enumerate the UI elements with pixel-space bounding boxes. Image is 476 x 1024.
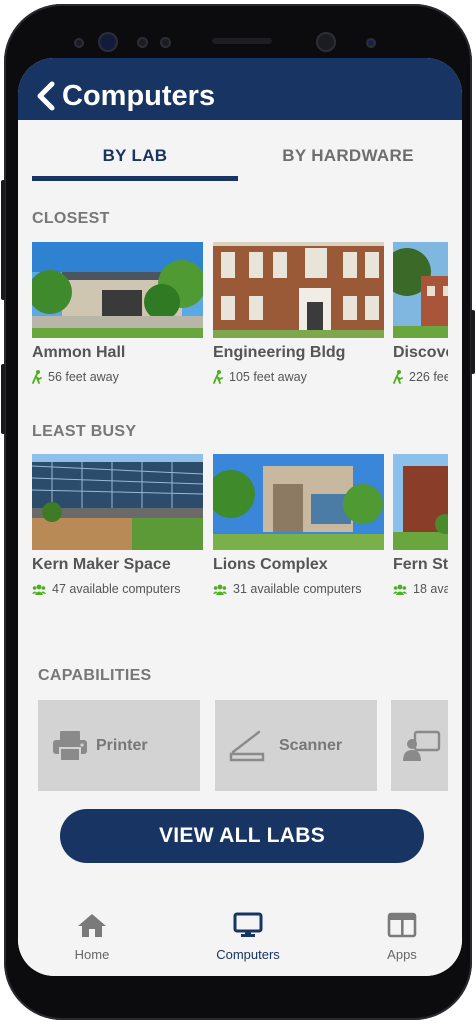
lab-distance-text: 105 feet away <box>229 370 307 384</box>
sensor-icon <box>366 38 376 48</box>
capability-printer[interactable]: Printer <box>38 700 200 791</box>
lab-photo <box>32 454 203 550</box>
walking-icon <box>213 370 223 384</box>
sensor-icon <box>137 37 148 48</box>
tab-by-hardware[interactable]: BY HARDWARE <box>248 146 448 166</box>
users-icon <box>213 584 227 595</box>
home-icon <box>78 914 106 937</box>
section-title-closest: CLOSEST <box>32 210 110 227</box>
front-camera-icon <box>316 32 336 52</box>
nav-item-apps[interactable]: Apps <box>352 912 452 962</box>
app-screen: Computers BY LAB BY HARDWARE CLOSEST Amm… <box>18 58 462 976</box>
lab-distance: 105 feet away <box>213 370 384 384</box>
section-title-least-busy: LEAST BUSY <box>32 423 137 440</box>
apps-icon <box>387 912 417 938</box>
walking-icon <box>393 370 403 384</box>
lab-name: Ammon Hall <box>32 344 126 361</box>
lab-availability-text: 31 available computers <box>233 582 362 596</box>
lab-photo <box>213 454 384 550</box>
phone-frame: Computers BY LAB BY HARDWARE CLOSEST Amm… <box>1 4 475 1020</box>
iris-camera-icon <box>98 32 118 52</box>
lab-card-lions-complex[interactable]: Lions Complex 31 available computers <box>213 454 384 596</box>
lab-availability-text: 47 available computers <box>52 582 181 596</box>
power-button <box>471 310 475 374</box>
sensor-icon <box>160 37 171 48</box>
nav-item-computers[interactable]: Computers <box>198 912 298 962</box>
capability-scanner[interactable]: Scanner <box>215 700 377 791</box>
nav-item-home[interactable]: Home <box>42 912 142 962</box>
active-tab-indicator <box>32 176 238 181</box>
nav-label: Apps <box>387 947 417 962</box>
monitor-icon <box>233 912 263 937</box>
lab-card-engineering-bldg[interactable]: Engineering Bldg 105 feet away <box>213 242 384 384</box>
lab-availability: 47 available computers <box>32 582 203 596</box>
scroll-edge-mask <box>448 228 462 808</box>
volume-button <box>1 180 5 300</box>
view-all-labs-button[interactable]: VIEW ALL LABS <box>60 809 424 863</box>
back-arrow-icon[interactable] <box>34 80 60 112</box>
walking-icon <box>32 370 42 384</box>
lab-card-kern-maker-space[interactable]: Kern Maker Space 47 available computers <box>32 454 203 596</box>
sensor-icon <box>74 38 84 48</box>
lab-photo <box>32 242 203 338</box>
nav-label: Home <box>74 947 110 962</box>
lab-name: Lions Complex <box>213 556 328 573</box>
lab-photo <box>213 242 384 338</box>
lab-availability: 31 available computers <box>213 582 384 596</box>
nav-label: Computers <box>216 947 280 962</box>
scanner-icon <box>229 730 265 761</box>
bottom-nav: Home Computers Apps <box>18 898 462 976</box>
tab-by-lab[interactable]: BY LAB <box>32 146 238 166</box>
capability-label: Printer <box>96 736 148 754</box>
capability-label: Scanner <box>279 736 343 754</box>
lab-distance-text: 56 feet away <box>48 370 119 384</box>
lab-name: Engineering Bldg <box>213 344 346 361</box>
speaker-grille <box>212 38 272 44</box>
bixby-button <box>1 364 5 434</box>
lab-name: Kern Maker Space <box>32 556 171 573</box>
lab-card-ammon-hall[interactable]: Ammon Hall 56 feet away <box>32 242 203 384</box>
users-icon <box>32 584 46 595</box>
presentation-icon <box>403 730 441 761</box>
section-title-capabilities: CAPABILITIES <box>38 667 152 684</box>
app-bar: Computers <box>18 58 462 120</box>
users-icon <box>393 584 407 595</box>
lab-distance: 56 feet away <box>32 370 203 384</box>
page-title: Computers <box>62 80 216 112</box>
printer-icon <box>53 730 87 762</box>
